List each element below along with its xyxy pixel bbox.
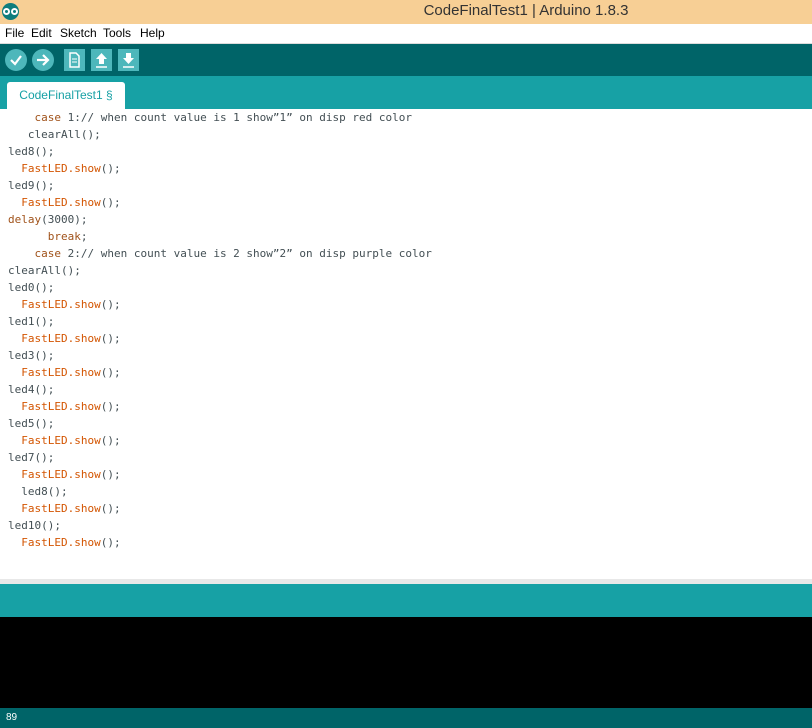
checkmark-icon bbox=[10, 55, 22, 66]
code-line: FastLED.show(); bbox=[21, 298, 121, 311]
code-line: FastLED.show(); bbox=[21, 468, 121, 481]
code-line: case 1:// when count value is 1 show”1” … bbox=[34, 111, 413, 124]
code-line: FastLED.show(); bbox=[21, 366, 121, 379]
code-line: delay(3000); bbox=[8, 213, 88, 226]
menu-file[interactable]: File bbox=[5, 26, 24, 40]
code-line: break; bbox=[47, 230, 88, 243]
arrow-right-icon bbox=[37, 54, 50, 66]
code-line: led0(); bbox=[8, 281, 55, 294]
status-bar bbox=[0, 584, 812, 617]
code-line: FastLED.show(); bbox=[21, 196, 121, 209]
code-line: clearAll(); bbox=[8, 264, 81, 277]
arrow-down-icon bbox=[123, 53, 134, 68]
console-output[interactable] bbox=[0, 617, 812, 708]
verify-button[interactable] bbox=[5, 49, 27, 71]
code-line: FastLED.show(); bbox=[21, 536, 121, 549]
open-button[interactable] bbox=[91, 49, 112, 71]
menu-sketch[interactable]: Sketch bbox=[60, 26, 97, 40]
code-line: led9(); bbox=[8, 179, 55, 192]
code-line: led10(); bbox=[8, 519, 61, 532]
arrow-up-icon bbox=[96, 53, 107, 68]
menu-tools[interactable]: Tools bbox=[103, 26, 131, 40]
menu-bar: File Edit Sketch Tools Help bbox=[0, 24, 812, 44]
title-bar: CodeFinalTest1 | Arduino 1.8.3 bbox=[0, 0, 812, 24]
code-line: FastLED.show(); bbox=[21, 400, 121, 413]
code-line: FastLED.show(); bbox=[21, 162, 121, 175]
code-line: FastLED.show(); bbox=[21, 332, 121, 345]
menu-help[interactable]: Help bbox=[140, 26, 165, 40]
upload-button[interactable] bbox=[32, 49, 54, 71]
footer-bar: 89 bbox=[0, 708, 812, 728]
new-button[interactable] bbox=[64, 49, 85, 71]
new-file-icon bbox=[69, 52, 80, 68]
window-title: CodeFinalTest1 | Arduino 1.8.3 bbox=[423, 2, 629, 19]
toolbar bbox=[0, 44, 812, 76]
code-line: led5(); bbox=[8, 417, 55, 430]
menu-edit[interactable]: Edit bbox=[31, 26, 52, 40]
tab-bar: CodeFinalTest1 § bbox=[0, 76, 812, 109]
code-line: clearAll(); bbox=[27, 128, 101, 141]
code-line: FastLED.show(); bbox=[21, 434, 121, 447]
code-line: led7(); bbox=[8, 451, 55, 464]
save-button[interactable] bbox=[118, 49, 139, 71]
line-number: 89 bbox=[6, 712, 18, 723]
code-line: FastLED.show(); bbox=[21, 502, 121, 515]
code-line: led8(); bbox=[8, 145, 55, 158]
code-line: led4(); bbox=[8, 383, 55, 396]
code-editor[interactable]: case 1:// when count value is 1 show”1” … bbox=[0, 109, 812, 579]
code-line: case 2:// when count value is 2 show”2” … bbox=[34, 247, 432, 260]
code-line: led3(); bbox=[8, 349, 55, 362]
code-line: led8(); bbox=[21, 485, 68, 498]
code-line: led1(); bbox=[8, 315, 55, 328]
tab-codefinaltest1[interactable]: CodeFinalTest1 § bbox=[7, 82, 125, 109]
